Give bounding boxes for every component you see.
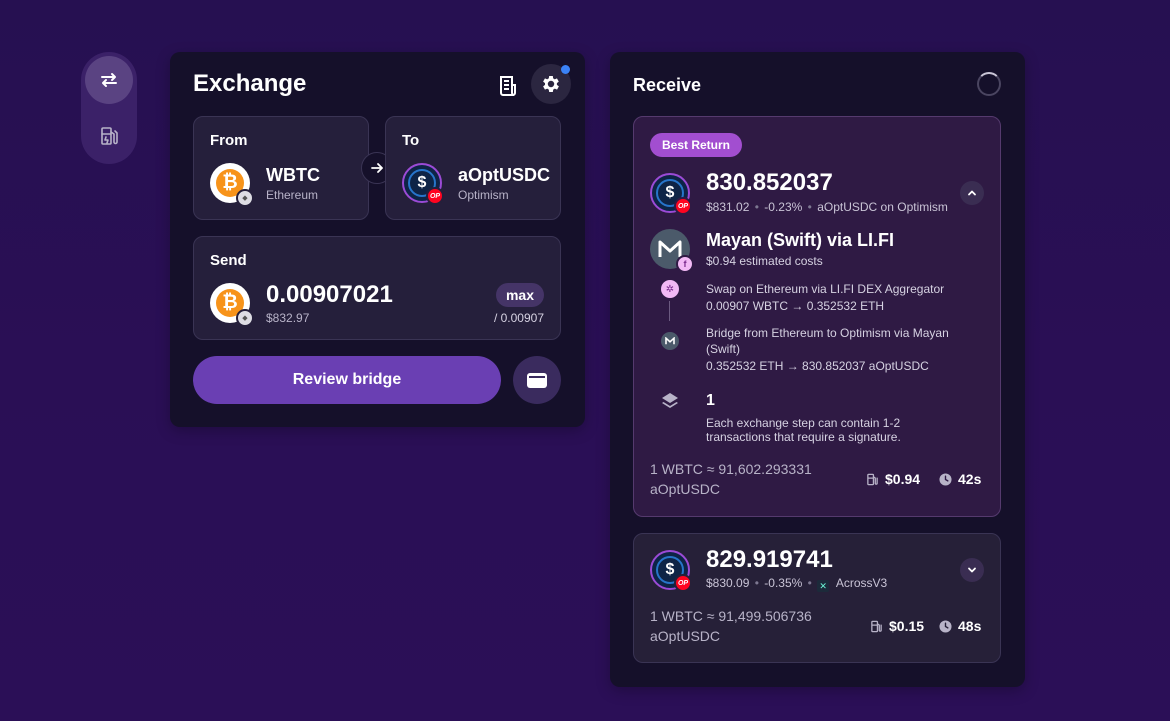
from-chain-name: Ethereum [266,188,319,202]
exchange-rate: 1 WBTC ≈ 91,602.293331 aOptUSDC [650,461,812,497]
alt-route-provider: AcrossV3 [835,576,888,590]
review-bridge-button[interactable]: Review bridge [193,356,501,404]
alt-route-summary: $830.09 • -0.35% • ✕ AcrossV3 [706,576,888,592]
alt-route-card[interactable]: $ OP 829.919741 $830.09 • -0.35% • ✕ Acr… [633,533,1001,663]
wbtc-token-icon: ₿ ◆ [210,163,254,207]
provider-name: Mayan (Swift) via LI.FI [706,230,895,250]
exchange-card: Exchange From ₿ ◆ WBTC Ethereum To $ OP … [170,52,585,427]
alt-exchange-rate: 1 WBTC ≈ 91,499.506736 aOptUSDC [650,608,812,644]
settings-button[interactable] [531,64,571,104]
alt-route-change: -0.35% [764,576,803,590]
best-return-badge: Best Return [650,133,743,157]
alt-route-usd: $830.09 [706,576,750,590]
gear-icon [543,76,559,92]
gas-cost: $0.94 [866,471,920,487]
aoptusdc-token-icon: $ OP [402,163,444,205]
aoptusdc-token-icon: $ OP [650,550,692,592]
receipt-icon [500,76,516,96]
from-token-selector[interactable]: From ₿ ◆ WBTC Ethereum [193,116,369,220]
best-route-usd: $831.02 [706,200,750,214]
receive-card: Receive Best Return $ OP 830.852037 $831… [610,52,1025,687]
from-token-name: WBTC [266,165,320,185]
send-label: Send [210,252,247,269]
best-route-summary: $831.02 • -0.23% • aOptUSDC on Optimism [706,200,948,214]
lifi-badge-icon: f [676,255,694,273]
optimism-chain-icon: OP [426,187,444,205]
send-amount-input[interactable]: 0.00907021 [266,281,393,309]
acrossv3-icon: ✕ [817,580,830,592]
token-balance: / 0.00907 [493,311,544,325]
provider-cost: $0.94 estimated costs [706,254,823,268]
chevron-down-icon [968,567,976,573]
to-chain-name: Optimism [458,188,509,202]
aoptusdc-token-icon: $ OP [650,173,692,215]
to-token-selector[interactable]: To $ OP aOptUSDC Optimism [385,116,561,220]
clock-icon [939,619,952,633]
send-panel: Send ₿ ◆ 0.00907021 $832.97 max / 0.0090… [193,236,561,340]
optimism-chain-icon: OP [674,197,692,215]
best-route-card[interactable]: Best Return $ OP 830.852037 $831.02 • -0… [633,116,1001,517]
to-token-name: aOptUSDC [458,165,551,185]
receive-title: Receive [633,75,702,95]
best-route-change: -0.23% [764,200,803,214]
alt-gas-cost: $0.15 [870,618,924,634]
gas-pump-icon [871,620,882,632]
step-connector [669,301,670,321]
best-route-amount: 830.852037 [706,169,833,196]
collapse-button[interactable] [960,181,984,205]
gas-pump-icon [101,127,118,145]
alt-route-amount: 829.919741 [706,546,833,573]
step-1-title: Swap on Ethereum via LI.FI DEX Aggregato… [706,282,945,296]
from-label: From [210,132,248,149]
notification-dot [561,65,570,74]
wallet-button[interactable] [513,356,561,404]
arrow-right-icon [371,163,383,173]
side-nav [81,52,137,164]
step-2-title: Bridge from Ethereum to Optimism via May… [706,326,949,356]
ethereum-chain-icon: ◆ [236,309,254,327]
loading-spinner-icon [977,72,1001,96]
exchange-title: Exchange [193,70,307,97]
layers-icon [662,393,678,408]
wbtc-token-icon: ₿ ◆ [210,283,254,327]
exchange-nav-button[interactable] [85,56,133,104]
history-button[interactable] [494,72,522,100]
mayan-provider-icon: f [650,229,694,273]
transaction-note: Each exchange step can contain 1-2 trans… [706,416,901,444]
swap-arrows-icon [101,73,117,87]
chevron-up-icon [968,190,976,196]
transaction-count: 1 [706,392,715,409]
optimism-chain-icon: OP [674,574,692,592]
gas-nav-button[interactable] [85,112,133,160]
step-2-detail: 0.352532 ETH → 830.852037 aOptUSDC [706,359,929,373]
mayan-step-icon [661,332,679,350]
wallet-icon [527,373,547,388]
to-label: To [402,132,420,149]
expand-button[interactable] [960,558,984,582]
lifi-step-icon: ✲ [661,280,679,298]
ethereum-chain-icon: ◆ [236,189,254,207]
clock-icon [939,472,952,486]
gas-pump-icon [867,473,878,485]
send-usd-value: $832.97 [266,311,310,325]
max-button[interactable]: max [495,283,544,307]
step-1-detail: 0.00907 WBTC → 0.352532 ETH [706,299,885,313]
best-route-destination: aOptUSDC on Optimism [817,200,948,214]
alt-estimated-time: 48s [939,618,981,634]
estimated-time: 42s [939,471,981,487]
